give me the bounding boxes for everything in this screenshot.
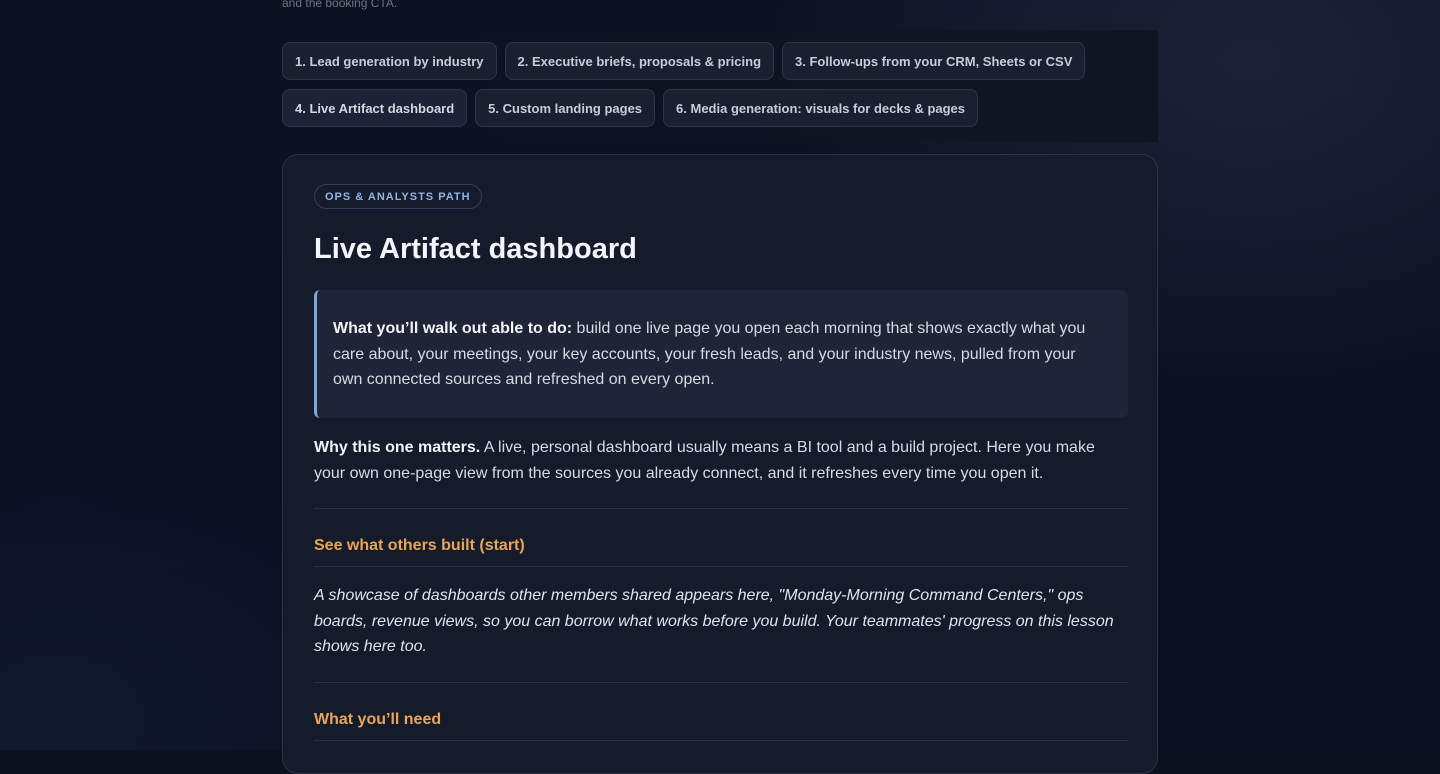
divider [314,740,1128,741]
outcome-callout: What you’ll walk out able to do: build o… [314,290,1128,418]
tab-live-artifact-dashboard[interactable]: 4. Live Artifact dashboard [282,89,467,127]
tab-custom-landing-pages[interactable]: 5. Custom landing pages [475,89,655,127]
showcase-text: A showcase of dashboards other members s… [314,583,1128,660]
tab-follow-ups[interactable]: 3. Follow-ups from your CRM, Sheets or C… [782,42,1085,80]
section-heading-what-you-need: What you’ll need [314,711,441,729]
tab-media-generation[interactable]: 6. Media generation: visuals for decks &… [663,89,978,127]
lesson-tabs-row-1: 1. Lead generation by industry 2. Execut… [282,42,1085,80]
lesson-tabs-row-2: 4. Live Artifact dashboard 5. Custom lan… [282,89,978,127]
why-lead: Why this one matters. [314,439,480,456]
divider [314,566,1128,567]
path-badge: OPS & ANALYSTS PATH [314,184,482,209]
section-heading-showcase: See what others built (start) [314,537,525,555]
tab-lead-generation[interactable]: 1. Lead generation by industry [282,42,497,80]
lesson-title: Live Artifact dashboard [314,233,637,266]
callout-lead: What you’ll walk out able to do: [333,320,572,337]
divider [314,508,1128,509]
tab-executive-briefs[interactable]: 2. Executive briefs, proposals & pricing [505,42,774,80]
lesson-card: OPS & ANALYSTS PATH Live Artifact dashbo… [282,154,1158,774]
previous-section-text: and the booking CTA. [282,0,397,10]
divider [314,682,1128,683]
why-paragraph: Why this one matters. A live, personal d… [314,435,1128,486]
